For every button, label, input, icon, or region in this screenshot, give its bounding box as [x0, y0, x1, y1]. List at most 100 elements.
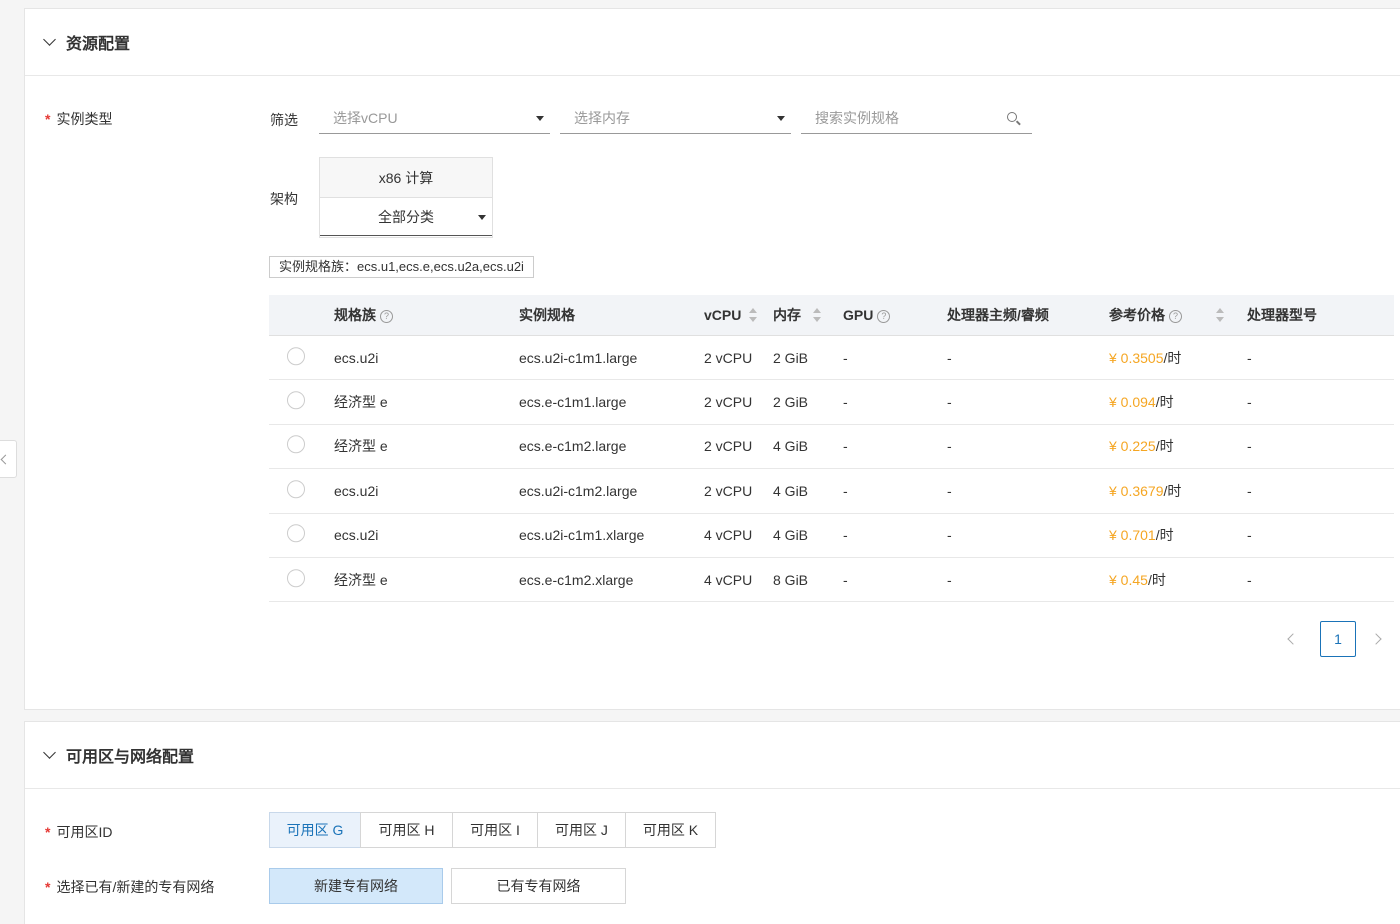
price-unit: /时 [1155, 438, 1174, 455]
zone-id-label: * 可用区ID [45, 822, 112, 842]
cell-price: ¥ 0.45/时 [1109, 570, 1166, 590]
resource-config-header[interactable]: 资源配置 [25, 9, 1400, 76]
cell-freq: - [947, 349, 952, 366]
col-cpu-model: 处理器型号 [1247, 307, 1317, 323]
table-header: 规格族? 实例规格 vCPU 内存 GPU? 处理器主频/睿频 参考价格? 处理… [269, 295, 1394, 336]
col-price-label: 参考价格 [1109, 307, 1165, 323]
table-row[interactable]: ecs.u2i ecs.u2i-c1m1.xlarge 4 vCPU 4 GiB… [269, 514, 1394, 558]
cell-freq: - [947, 571, 952, 588]
sort-icon[interactable] [749, 308, 758, 322]
category-select-value: 全部分类 [378, 208, 434, 225]
col-gpu: GPU? [843, 307, 891, 323]
table-row[interactable]: 经济型 e ecs.e-c1m1.large 2 vCPU 2 GiB - - … [269, 380, 1394, 425]
cell-spec: ecs.u2i-c1m1.large [519, 349, 638, 366]
zone-option-k[interactable]: 可用区 K [625, 812, 716, 848]
cell-family: 经济型 e [334, 438, 388, 455]
cell-gpu: - [843, 349, 848, 366]
cell-spec: ecs.e-c1m2.large [519, 438, 627, 455]
col-memory-label: 内存 [773, 307, 801, 323]
instance-family-tag: 实例规格族：ecs.u1,ecs.e,ecs.u2a,ecs.u2i [269, 256, 534, 278]
cell-gpu: - [843, 527, 848, 544]
cell-price: ¥ 0.3679/时 [1109, 481, 1181, 501]
cell-vcpu: 4 vCPU [704, 571, 753, 588]
price-value: ¥ 0.3505 [1109, 349, 1164, 366]
sidebar-collapse-tab[interactable] [0, 440, 17, 478]
row-radio[interactable] [287, 480, 305, 499]
price-value: ¥ 0.701 [1109, 527, 1156, 544]
prev-page-button[interactable] [1275, 621, 1311, 657]
cell-cpu-model: - [1247, 438, 1252, 455]
col-family: 规格族? [334, 305, 393, 325]
cell-family: ecs.u2i [334, 482, 379, 499]
table-row[interactable]: ecs.u2i ecs.u2i-c1m2.large 2 vCPU 4 GiB … [269, 469, 1394, 514]
vcpu-select-placeholder: 选择vCPU [333, 109, 398, 126]
sort-icon[interactable] [1216, 308, 1224, 322]
required-mark: * [45, 879, 51, 895]
instance-table: 规格族? 实例规格 vCPU 内存 GPU? 处理器主频/睿频 参考价格? 处理… [269, 295, 1394, 603]
zone-option-j[interactable]: 可用区 J [537, 812, 626, 848]
col-vcpu-label: vCPU [704, 307, 742, 323]
required-mark: * [45, 824, 51, 840]
search-icon[interactable] [1007, 112, 1017, 122]
cell-spec: ecs.e-c1m1.large [519, 394, 627, 411]
page-1-button[interactable]: 1 [1320, 621, 1356, 657]
cell-vcpu: 4 vCPU [704, 527, 753, 544]
zone-option-h[interactable]: 可用区 H [360, 812, 453, 848]
cell-vcpu: 2 vCPU [704, 349, 753, 366]
table-row[interactable]: 经济型 e ecs.e-c1m2.large 2 vCPU 4 GiB - - … [269, 425, 1394, 470]
cell-vcpu: 2 vCPU [704, 438, 753, 455]
cell-family: ecs.u2i [334, 349, 379, 366]
search-placeholder: 搜索实例规格 [815, 109, 899, 126]
existing-vpc-option[interactable]: 已有专有网络 [451, 868, 626, 904]
next-page-button[interactable] [1358, 621, 1394, 657]
cell-gpu: - [843, 482, 848, 499]
row-radio[interactable] [287, 435, 305, 454]
col-price[interactable]: 参考价格? [1109, 305, 1224, 325]
row-radio[interactable] [287, 346, 305, 365]
memory-select-placeholder: 选择内存 [574, 109, 630, 126]
col-family-label: 规格族 [334, 307, 376, 323]
vpc-label-text: 选择已有/新建的专有网络 [56, 879, 215, 895]
chevron-down-icon [43, 33, 56, 46]
cell-gpu: - [843, 438, 848, 455]
memory-select[interactable]: 选择内存 [560, 102, 791, 134]
cell-spec: ecs.u2i-c1m2.large [519, 482, 638, 499]
arch-option-x86[interactable]: x86 计算 [320, 158, 492, 198]
zone-option-g[interactable]: 可用区 G [269, 812, 361, 848]
row-radio[interactable] [287, 568, 305, 587]
vcpu-select[interactable]: 选择vCPU [319, 102, 550, 134]
spec-search-input[interactable]: 搜索实例规格 [801, 102, 1032, 134]
cell-gpu: - [843, 394, 848, 411]
cell-memory: 2 GiB [773, 349, 809, 366]
chevron-right-icon [1370, 633, 1382, 645]
price-unit: /时 [1155, 394, 1174, 411]
zone-option-i[interactable]: 可用区 I [452, 812, 538, 848]
cell-price: ¥ 0.225/时 [1109, 436, 1174, 456]
chevron-left-icon [0, 454, 11, 465]
zone-id-label-text: 可用区ID [56, 824, 113, 840]
instance-type-label-text: 实例类型 [56, 111, 113, 127]
instance-type-label: * 实例类型 [45, 109, 112, 129]
row-radio[interactable] [287, 524, 305, 543]
help-icon[interactable]: ? [1169, 310, 1182, 323]
sort-icon[interactable] [812, 308, 821, 322]
network-config-panel: 可用区与网络配置 * 可用区ID 可用区 G 可用区 H 可用区 I 可用区 J … [24, 721, 1400, 924]
price-unit: /时 [1163, 349, 1182, 366]
col-vcpu[interactable]: vCPU [704, 307, 758, 323]
price-value: ¥ 0.45 [1109, 571, 1148, 588]
cell-cpu-model: - [1247, 349, 1252, 366]
new-vpc-option[interactable]: 新建专有网络 [269, 868, 443, 904]
cell-family: ecs.u2i [334, 527, 379, 544]
table-row[interactable]: 经济型 e ecs.e-c1m2.xlarge 4 vCPU 8 GiB - -… [269, 558, 1394, 603]
cell-family: 经济型 e [334, 571, 388, 588]
help-icon[interactable]: ? [877, 310, 891, 323]
network-config-header[interactable]: 可用区与网络配置 [25, 722, 1400, 789]
cell-vcpu: 2 vCPU [704, 482, 753, 499]
row-radio[interactable] [287, 391, 305, 410]
category-select[interactable]: 全部分类 [320, 198, 492, 236]
help-icon[interactable]: ? [380, 310, 393, 323]
col-memory[interactable]: 内存 [773, 305, 821, 325]
table-row[interactable]: ecs.u2i ecs.u2i-c1m1.large 2 vCPU 2 GiB … [269, 336, 1394, 381]
cell-memory: 4 GiB [773, 482, 809, 499]
cell-freq: - [947, 527, 952, 544]
